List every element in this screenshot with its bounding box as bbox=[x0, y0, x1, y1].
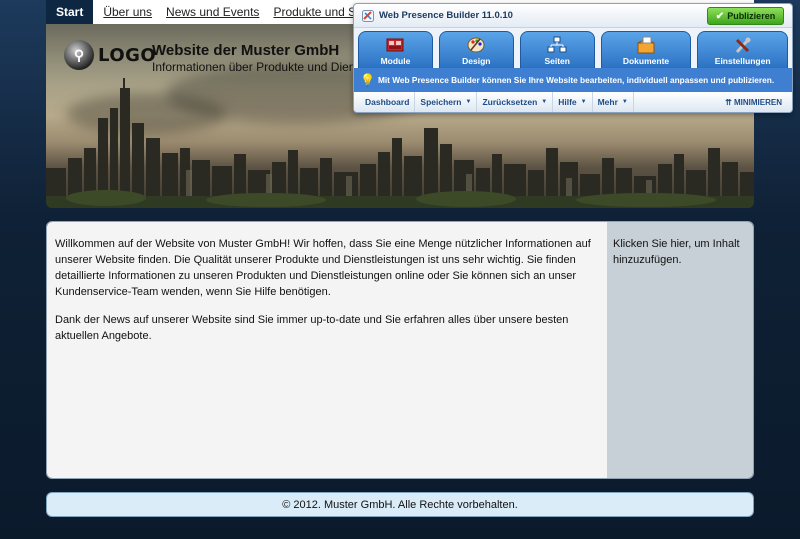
content-area: Willkommen auf der Website von Muster Gm… bbox=[46, 221, 754, 479]
reset-label: Zurücksetzen bbox=[482, 97, 538, 107]
reset-menu[interactable]: Zurücksetzen ▼ bbox=[477, 92, 554, 112]
lightbulb-icon: 💡 bbox=[360, 73, 375, 87]
wpb-editor-panel: Web Presence Builder 11.0.10 ✔ Publizier… bbox=[353, 3, 793, 113]
hint-text: Mit Web Presence Builder können Sie Ihre… bbox=[377, 75, 775, 85]
dashboard-button[interactable]: Dashboard bbox=[360, 92, 416, 112]
wpb-title: Web Presence Builder 11.0.10 bbox=[379, 10, 513, 21]
tab-label: Einstellungen bbox=[714, 56, 771, 66]
tab-settings[interactable]: Einstellungen bbox=[697, 31, 788, 68]
more-menu[interactable]: Mehr ▼ bbox=[593, 92, 634, 112]
settings-icon bbox=[735, 37, 751, 54]
logo-icon: ⚲ bbox=[64, 40, 94, 70]
more-label: Mehr bbox=[597, 97, 618, 107]
modules-icon bbox=[386, 38, 404, 52]
wpb-hint: 💡 Mit Web Presence Builder können Sie Ih… bbox=[354, 68, 792, 92]
tab-label: Dokumente bbox=[622, 56, 670, 66]
documents-icon bbox=[637, 36, 655, 54]
save-label: Speichern bbox=[420, 97, 462, 107]
design-icon bbox=[467, 37, 485, 53]
minimize-label: MINIMIEREN bbox=[734, 97, 782, 107]
sidebar-placeholder[interactable]: Klicken Sie hier, um Inhalt hinzuzufügen… bbox=[607, 222, 753, 478]
tab-label: Module bbox=[380, 56, 411, 66]
site-subtitle: Informationen über Produkte und Dienst bbox=[152, 60, 365, 74]
tab-modules[interactable]: Module bbox=[358, 31, 433, 68]
wpb-titlebar: Web Presence Builder 11.0.10 ✔ Publizier… bbox=[354, 4, 792, 28]
wpb-logo-icon bbox=[362, 9, 374, 22]
publish-label: Publizieren bbox=[727, 11, 776, 21]
help-menu[interactable]: Hilfe ▼ bbox=[553, 92, 593, 112]
help-label: Hilfe bbox=[558, 97, 577, 107]
main-content[interactable]: Willkommen auf der Website von Muster Gm… bbox=[47, 222, 607, 478]
minimize-button[interactable]: ⇈ MINIMIEREN bbox=[725, 98, 782, 107]
content-paragraph: Dank der News auf unserer Website sind S… bbox=[55, 314, 569, 342]
chevrons-up-icon: ⇈ bbox=[725, 97, 732, 107]
check-icon: ✔ bbox=[715, 10, 725, 22]
wpb-tabs: Module Design Seiten Dokumente Einstellu… bbox=[354, 28, 792, 68]
content-paragraph: Willkommen auf der Website von Muster Gm… bbox=[55, 238, 591, 298]
logo-text: LOGO bbox=[98, 44, 157, 66]
publish-button[interactable]: ✔ Publizieren bbox=[707, 7, 784, 25]
tab-documents[interactable]: Dokumente bbox=[600, 31, 692, 68]
tab-pages[interactable]: Seiten bbox=[519, 31, 595, 68]
nav-item-about[interactable]: Über uns bbox=[103, 0, 152, 24]
nav-item-start[interactable]: Start bbox=[46, 0, 94, 24]
pages-icon bbox=[547, 36, 567, 53]
chevron-down-icon[interactable]: ▼ bbox=[581, 99, 587, 105]
tab-design[interactable]: Design bbox=[438, 31, 514, 68]
chevron-down-icon[interactable]: ▼ bbox=[466, 99, 472, 105]
save-menu[interactable]: Speichern ▼ bbox=[415, 92, 478, 112]
wpb-toolbar: Dashboard Speichern ▼ Zurücksetzen ▼ Hil… bbox=[354, 92, 792, 112]
site-footer: © 2012. Muster GmbH. Alle Rechte vorbeha… bbox=[46, 492, 754, 517]
chevron-down-icon[interactable]: ▼ bbox=[541, 99, 547, 105]
site-title: Website der Muster GmbH bbox=[152, 42, 340, 59]
chevron-down-icon[interactable]: ▼ bbox=[622, 99, 628, 105]
tab-label: Design bbox=[462, 56, 491, 66]
tab-label: Seiten bbox=[544, 56, 570, 66]
site-logo[interactable]: ⚲ LOGO bbox=[64, 40, 156, 70]
dashboard-label: Dashboard bbox=[365, 97, 410, 107]
nav-item-news[interactable]: News und Events bbox=[166, 0, 259, 24]
